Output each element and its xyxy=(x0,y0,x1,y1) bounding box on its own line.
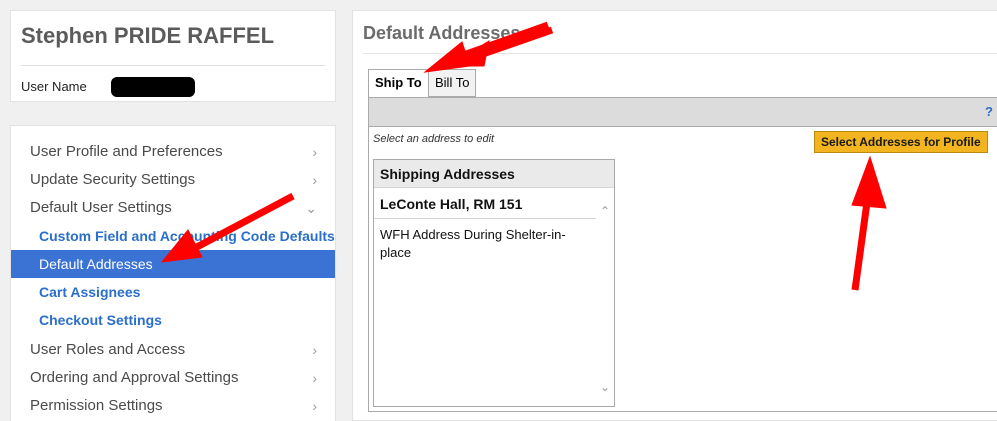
nav-sub-default-addresses[interactable]: Default Addresses xyxy=(11,250,335,278)
chevron-right-icon: › xyxy=(312,342,317,358)
nav-item-label: Permission Settings xyxy=(30,397,163,414)
nav-sub-custom-field-defaults[interactable]: Custom Field and Accounting Code Default… xyxy=(11,222,335,250)
nav-item-security[interactable]: Update Security Settings › xyxy=(11,166,335,194)
nav-item-permission-settings[interactable]: Permission Settings › xyxy=(11,392,335,420)
nav-item-user-roles[interactable]: User Roles and Access › xyxy=(11,336,335,364)
toolbar-strip: ? xyxy=(368,97,997,127)
redacted-username xyxy=(111,77,195,97)
nav-item-ordering-approval[interactable]: Ordering and Approval Settings › xyxy=(11,364,335,392)
address-list-item[interactable]: WFH Address During Shelter-in-place xyxy=(380,226,590,262)
chevron-down-icon: ⌄ xyxy=(305,200,317,216)
nav-sub-cart-assignees[interactable]: Cart Assignees xyxy=(11,278,335,306)
profile-name: Stephen PRIDE RAFFEL xyxy=(21,23,275,48)
username-label: User Name xyxy=(21,79,87,94)
page-title: Default Addresses xyxy=(363,23,521,43)
scroll-up-icon[interactable]: ⌃ xyxy=(600,204,610,218)
address-list-header: Shipping Addresses xyxy=(374,160,614,188)
nav-sub-checkout-settings[interactable]: Checkout Settings xyxy=(11,306,335,334)
tab-ship-to[interactable]: Ship To xyxy=(368,69,429,99)
tab-bill-to[interactable]: Bill To xyxy=(428,69,477,97)
settings-nav: User Profile and Preferences › Update Se… xyxy=(10,125,336,421)
shipping-address-list: Shipping Addresses LeConte Hall, RM 151 … xyxy=(373,159,615,407)
select-addresses-button[interactable]: Select Addresses for Profile xyxy=(814,131,988,153)
profile-card: Stephen PRIDE RAFFEL User Name xyxy=(10,10,336,102)
nav-item-user-profile[interactable]: User Profile and Preferences › xyxy=(11,138,335,166)
nav-item-label: Ordering and Approval Settings xyxy=(30,369,239,386)
nav-item-label: User Profile and Preferences xyxy=(30,143,223,160)
scroll-down-icon[interactable]: ⌄ xyxy=(600,380,610,394)
nav-item-default-user-settings[interactable]: Default User Settings ⌄ xyxy=(11,194,335,222)
divider xyxy=(21,65,325,66)
chevron-right-icon: › xyxy=(312,398,317,414)
nav-item-label: User Roles and Access xyxy=(30,341,186,358)
divider xyxy=(374,218,596,219)
address-list-item[interactable]: LeConte Hall, RM 151 xyxy=(380,196,522,212)
chevron-right-icon: › xyxy=(312,172,317,188)
chevron-right-icon: › xyxy=(312,370,317,386)
nav-item-label: Default User Settings xyxy=(30,199,172,216)
address-content: Select an address to edit Select Address… xyxy=(368,127,997,412)
edit-hint: Select an address to edit xyxy=(373,133,495,145)
help-icon[interactable]: ? xyxy=(985,104,993,119)
divider xyxy=(363,53,997,54)
nav-item-label: Update Security Settings xyxy=(30,171,196,188)
chevron-right-icon: › xyxy=(312,144,317,160)
main-panel: Default Addresses Ship To Bill To ? Sele… xyxy=(352,10,997,421)
address-tabs: Ship To Bill To xyxy=(368,69,997,99)
